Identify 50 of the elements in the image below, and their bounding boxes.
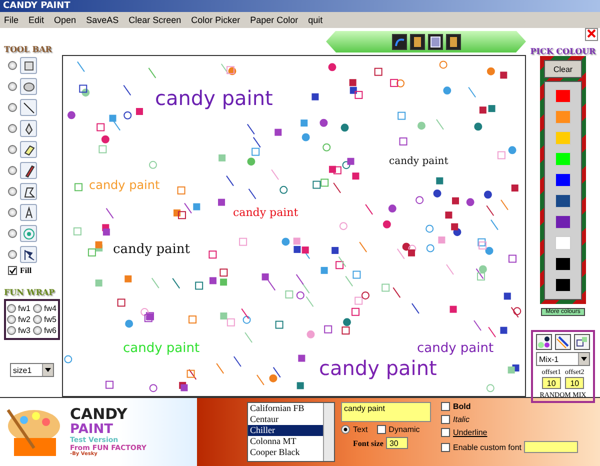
menu-item[interactable]: quit xyxy=(308,15,323,25)
canvas-text: candy paint xyxy=(417,342,494,355)
drawing-canvas[interactable]: candy paint candy paint candy paint candy paint candy paint candy paint candy paint candy paint xyxy=(62,55,526,397)
menu-item[interactable]: Paper Color xyxy=(250,15,298,25)
menu-item[interactable]: Open xyxy=(54,15,76,25)
fun-wrap-title: FUN WRAP xyxy=(4,287,56,297)
canvas-text: candy paint xyxy=(89,179,160,191)
font-item[interactable]: Centaur xyxy=(248,414,323,425)
offset-field[interactable]: 10 xyxy=(542,377,561,389)
fill-label: Fill xyxy=(20,266,32,275)
clear-button[interactable]: Clear xyxy=(544,60,582,78)
menu-item[interactable]: Edit xyxy=(28,15,44,25)
font-item[interactable]: Cooper Black xyxy=(248,447,323,458)
mix-select[interactable]: Mix-1 xyxy=(536,352,590,366)
fun-wrap-label: fw6 xyxy=(44,326,56,335)
font-item[interactable]: Chiller xyxy=(248,425,323,436)
style-label: Italic xyxy=(453,415,470,424)
option-label: Dynamic xyxy=(388,425,420,434)
menu-item[interactable]: Color Picker xyxy=(191,15,240,25)
font-item[interactable]: Californian FB xyxy=(248,403,323,414)
fun-wrap-label: fw4 xyxy=(44,304,56,313)
custom-font-label: Enable custom font xyxy=(453,442,522,452)
canvas-text: candy paint xyxy=(155,88,273,108)
fun-wrap-label: fw5 xyxy=(44,315,56,324)
font-item[interactable]: Colonna MT xyxy=(248,436,323,447)
logo-title: PAINT xyxy=(70,422,113,437)
pick-colour-title: PICK COLOUR xyxy=(530,46,596,56)
toolbar-title: TOOL BAR xyxy=(4,44,53,54)
canvas-text: candy paint xyxy=(389,157,448,167)
menu-item[interactable]: Clear Screen xyxy=(128,15,182,25)
font-size-field[interactable]: 30 xyxy=(386,437,408,449)
fun-wrap-label: fw2 xyxy=(18,315,30,324)
style-label: Underline xyxy=(453,428,488,437)
menu-item[interactable]: SaveAS xyxy=(86,15,119,25)
text-input-field[interactable]: candy paint xyxy=(341,402,431,422)
canvas-text: candy paint xyxy=(123,342,200,355)
fun-wrap-label: fw3 xyxy=(18,326,30,335)
window-title: CANDY PAINT xyxy=(0,0,600,12)
canvas-text: candy paint xyxy=(319,358,437,378)
font-list[interactable]: Californian FB Centaur Chiller Colonna MT Cooper Black xyxy=(247,402,335,462)
font-size-label: Font size xyxy=(353,438,384,448)
offset-field[interactable]: 10 xyxy=(565,377,584,389)
logo-title: CANDY xyxy=(70,406,128,423)
canvas-text: candy paint xyxy=(113,243,190,256)
canvas-text: candy paint xyxy=(233,207,298,218)
size-select[interactable]: size1 xyxy=(10,363,54,377)
option-label: Text xyxy=(353,425,368,434)
fun-wrap-label: fw1 xyxy=(18,304,30,313)
menu-item[interactable]: File xyxy=(4,15,19,25)
style-label: Bold xyxy=(453,402,471,411)
